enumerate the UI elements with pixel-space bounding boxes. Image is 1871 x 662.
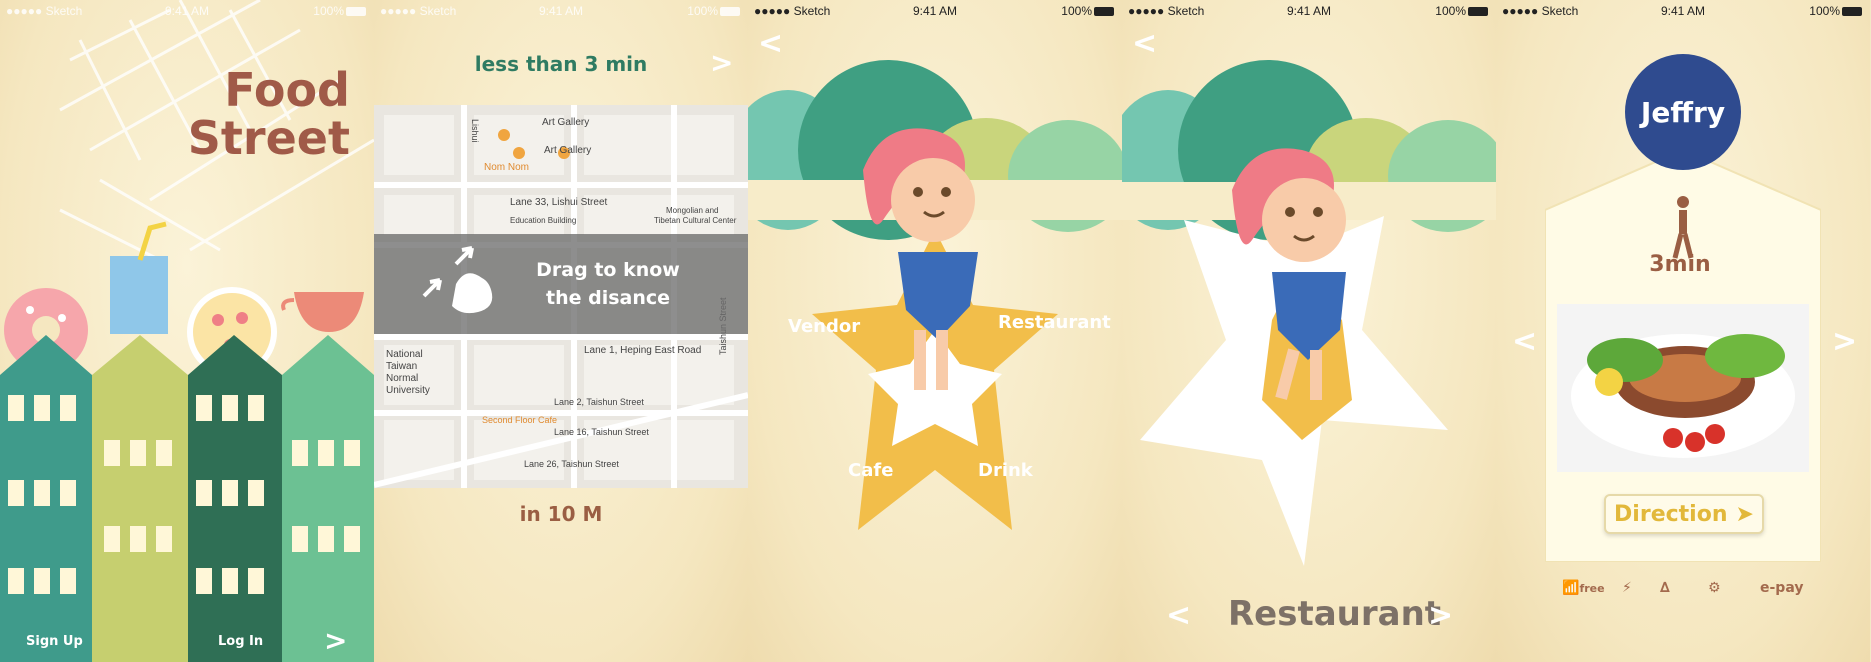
drag-hint-text: Drag to know the disance — [528, 256, 688, 312]
category-vendor[interactable]: Vendor — [788, 316, 860, 337]
app-board: ●●●●● Sketch 9:41 AM 100% Food Street Si… — [0, 0, 1871, 662]
map-label: Normal — [386, 373, 418, 384]
navigation-arrow-icon: ➤ — [1735, 501, 1754, 527]
screen-category-selected: ●●●●● Sketch 9:41 AM 100% < < Restaurant… — [1122, 0, 1496, 662]
e-pay-label: e-pay — [1760, 580, 1804, 596]
shop-owner-name: Jeffry — [1640, 95, 1726, 129]
app-title-line1: Food — [224, 63, 350, 117]
battery-percent: 100% — [687, 4, 718, 18]
selected-illustration — [1122, 60, 1496, 566]
screen-welcome: ●●●●● Sketch 9:41 AM 100% Food Street Si… — [0, 0, 374, 662]
next-shop-chevron-icon[interactable]: > — [1832, 324, 1857, 359]
map-label: Taiwan — [386, 361, 417, 372]
direction-button-label: Direction — [1614, 501, 1728, 527]
time-estimate-label: less than 3 min — [474, 52, 648, 76]
next-chevron-icon[interactable]: > — [710, 46, 733, 79]
battery-icon — [720, 7, 740, 16]
shop-owner-avatar: Jeffry — [1625, 54, 1741, 170]
map-label: Lane 2, Taishun Street — [554, 397, 644, 407]
map-label: Art Gallery — [542, 117, 589, 128]
category-drink[interactable]: Drink — [978, 460, 1033, 481]
map-label: Nom Nom — [484, 162, 529, 173]
app-title: Food Street — [150, 66, 350, 162]
screen-category-select: ●●●●● Sketch 9:41 AM 100% < Vendor Resta… — [748, 0, 1122, 662]
distance-label: in 10 M — [519, 502, 603, 526]
app-title-line2: Street — [187, 111, 350, 165]
map-label: Lishui — [470, 119, 480, 143]
map-label: Second Floor Cafe — [482, 415, 557, 425]
map-label: Lane 33, Lishui Street — [510, 197, 608, 208]
wifi-free-label: free — [1579, 582, 1605, 595]
drag-hint-line1: Drag to know — [536, 259, 680, 281]
selected-category-label: Restaurant — [1228, 594, 1442, 634]
battery-icon — [1842, 7, 1862, 16]
next-category-chevron-icon[interactable]: > — [1428, 598, 1453, 633]
wifi-icon: 📶free — [1562, 580, 1605, 596]
category-restaurant[interactable]: Restaurant — [998, 312, 1111, 333]
building-olive — [92, 335, 188, 662]
food-photo — [1571, 334, 1795, 458]
map-label: Mongolian and — [666, 206, 718, 215]
coffee-cup-icon — [281, 292, 364, 332]
status-bar: ●●●●● Sketch 9:41 AM 100% — [1496, 0, 1870, 22]
map-label: Lane 26, Taishun Street — [524, 459, 619, 469]
battery-indicator: 100% — [687, 4, 740, 18]
metro-icon: ∆ — [1660, 580, 1670, 596]
map-label: Lane 16, Taishun Street — [554, 427, 649, 437]
direction-button[interactable]: Direction ➤ — [1604, 494, 1764, 534]
map-label: Art Gallery — [544, 145, 591, 156]
drag-hint-line2: the disance — [545, 287, 671, 309]
map-label: Lane 1, Heping East Road — [584, 345, 701, 356]
next-chevron-icon[interactable]: > — [324, 624, 347, 657]
battery-percent: 100% — [1809, 4, 1840, 18]
pinch-gesture-icon — [422, 246, 493, 314]
map-label: University — [386, 385, 430, 396]
category-cafe[interactable]: Cafe — [848, 460, 893, 481]
power-outlet-icon: ⚡ — [1622, 580, 1632, 596]
scooter-icon: ⚙ — [1708, 580, 1721, 596]
walk-time-label: 3min — [1649, 252, 1711, 277]
map-label: Education Building — [510, 216, 576, 225]
prev-shop-chevron-icon[interactable]: < — [1512, 324, 1537, 359]
map-label: Tibetan Cultural Center — [654, 216, 737, 225]
prev-category-chevron-icon[interactable]: < — [1166, 598, 1191, 633]
sign-up-link[interactable]: Sign Up — [26, 634, 83, 649]
battery-indicator: 100% — [1809, 4, 1862, 18]
map-label: National — [386, 349, 423, 360]
log-in-link[interactable]: Log In — [218, 634, 263, 649]
building-mint — [282, 335, 374, 662]
status-bar: ●●●●● Sketch 9:41 AM 100% — [374, 0, 748, 22]
